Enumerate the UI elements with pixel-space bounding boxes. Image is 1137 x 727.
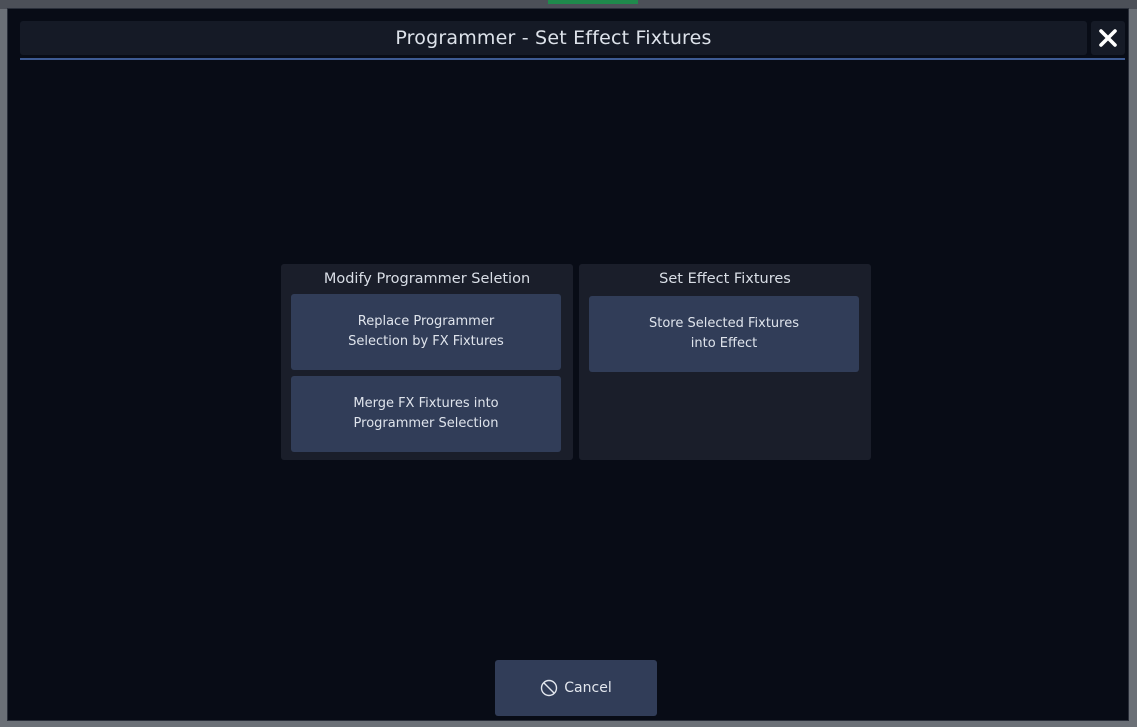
merge-fixtures-button[interactable]: Merge FX Fixtures into Programmer Select… [291,376,561,452]
close-button[interactable] [1091,21,1125,55]
set-effect-fixtures-heading: Set Effect Fixtures [659,271,791,287]
dialog-title: Programmer - Set Effect Fixtures [395,27,712,49]
store-selected-fixtures-button[interactable]: Store Selected Fixtures into Effect [589,296,859,372]
set-effect-fixtures-panel: Set Effect Fixtures Store Selected Fixtu… [579,264,871,460]
replace-selection-label-line1: Replace Programmer [357,314,495,329]
cancel-label: Cancel [564,680,612,696]
prohibited-circle-icon [540,679,558,697]
merge-fixtures-label-line1: Merge FX Fixtures into [353,396,499,411]
close-icon [1099,29,1117,47]
background-accent-bar [548,0,638,4]
modify-selection-heading: Modify Programmer Seletion [323,271,531,287]
replace-selection-button[interactable]: Replace Programmer Selection by FX Fixtu… [291,294,561,370]
replace-selection-label-line2: Selection by FX Fixtures [348,334,504,349]
dialog-title-bar: Programmer - Set Effect Fixtures [20,21,1087,55]
modify-selection-panel: Modify Programmer Seletion Replace Progr… [281,264,573,460]
dialog-window: Programmer - Set Effect Fixtures Modify … [7,8,1129,721]
store-fixtures-label-line2: into Effect [690,336,758,351]
title-divider [20,58,1125,60]
merge-fixtures-label-line2: Programmer Selection [353,416,499,431]
cancel-button[interactable]: Cancel [495,660,657,716]
store-fixtures-label-line1: Store Selected Fixtures [649,316,799,331]
